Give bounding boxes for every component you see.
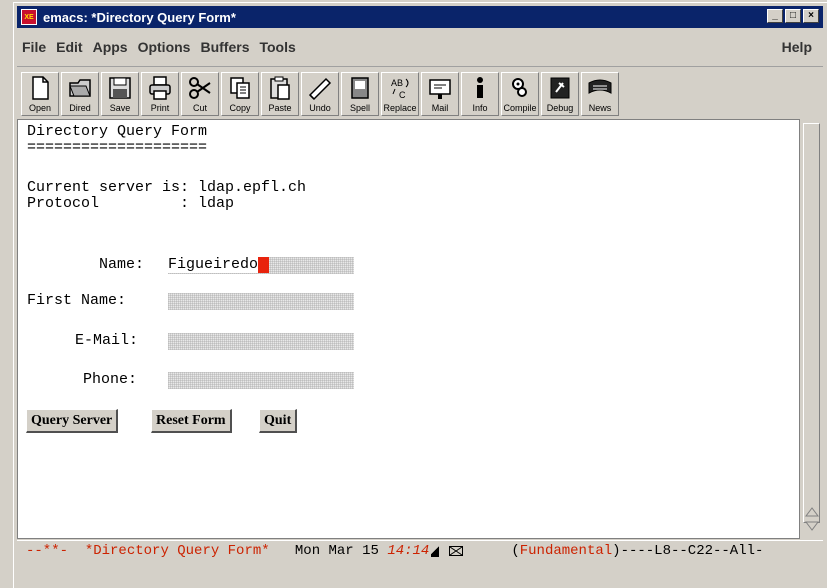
toolbar-open-button[interactable]: Open xyxy=(21,72,59,116)
mail-icon xyxy=(429,79,451,99)
menubar: File Edit Apps Options Buffers Tools Hel… xyxy=(17,36,823,58)
toolbar-mail-button[interactable]: Mail xyxy=(421,72,459,116)
spell-icon xyxy=(351,77,369,99)
compile-icon xyxy=(512,78,527,97)
info-icon xyxy=(477,77,483,98)
server-line: Current server is: ldap.epfl.ch xyxy=(27,179,307,196)
menu-edit[interactable]: Edit xyxy=(51,39,87,55)
toolbar-paste-button[interactable]: Paste xyxy=(261,72,299,116)
modeline-flags: --**- xyxy=(26,542,69,559)
protocol-line: Protocol : ldap xyxy=(27,195,235,212)
name-value: Figueiredo xyxy=(168,256,259,273)
toolbar-news-button[interactable]: News xyxy=(581,72,619,116)
modeline-buffer-name: *Directory Query Form* xyxy=(84,542,270,559)
window-title: emacs: *Directory Query Form* xyxy=(43,9,236,25)
toolbar-undo-button[interactable]: Undo xyxy=(301,72,339,116)
minimize-button[interactable]: _ xyxy=(767,9,783,23)
menu-options[interactable]: Options xyxy=(133,39,196,55)
minibuffer[interactable] xyxy=(17,562,823,586)
news-icon xyxy=(588,79,612,94)
toolbar-cut-button[interactable]: Cut xyxy=(181,72,219,116)
first-name-label: First Name: xyxy=(27,292,127,309)
modeline-major-mode: Fundamental xyxy=(519,542,613,559)
modeline-position: ----L8--C22--All- xyxy=(620,542,764,559)
toolbar-dired-button[interactable]: Dired xyxy=(61,72,99,116)
undo-icon xyxy=(308,77,332,101)
title-bar[interactable]: XE emacs: *Directory Query Form* _ □ × xyxy=(17,6,823,28)
buffer-text-area[interactable]: Directory Query Form ===================… xyxy=(17,119,799,539)
modeline-date: Mon Mar 15 xyxy=(294,542,379,559)
toolbar-copy-button[interactable]: Copy xyxy=(221,72,259,116)
modeline-mode-close: ) xyxy=(612,542,621,559)
vertical-scrollbar[interactable] xyxy=(799,119,823,539)
first-name-field[interactable] xyxy=(168,293,354,310)
dired-icon xyxy=(69,79,91,97)
email-field[interactable] xyxy=(168,333,354,350)
query-server-button[interactable]: Query Server xyxy=(26,409,119,433)
menu-help[interactable]: Help xyxy=(777,39,817,55)
email-label: E-Mail: xyxy=(75,332,139,349)
toolbar-info-button[interactable]: Info xyxy=(461,72,499,116)
close-button[interactable]: × xyxy=(803,9,819,23)
scroll-up-arrow-icon[interactable] xyxy=(804,506,820,518)
toolbar-debug-button[interactable]: Debug xyxy=(541,72,579,116)
replace-icon: AB C xyxy=(391,78,409,100)
toolbar-compile-button[interactable]: Compile xyxy=(501,72,539,116)
name-field[interactable]: Figueiredo xyxy=(168,256,354,274)
toolbar: Open Dired Save Print Cut Copy Paste Und… xyxy=(17,66,823,118)
quit-button[interactable]: Quit xyxy=(259,409,298,433)
copy-icon xyxy=(230,77,250,99)
menu-file[interactable]: File xyxy=(17,39,51,55)
modeline-mode-open: ( xyxy=(511,542,520,559)
phone-field[interactable] xyxy=(168,372,354,389)
load-indicator-icon xyxy=(431,544,440,557)
paste-icon xyxy=(270,76,290,100)
form-heading: Directory Query Form xyxy=(27,123,208,140)
scroll-down-arrow-icon[interactable] xyxy=(804,520,820,532)
scrollbar-thumb[interactable] xyxy=(803,123,820,523)
toolbar-replace-button[interactable]: AB C Replace xyxy=(381,72,419,116)
name-label: Name: xyxy=(99,256,145,273)
menu-tools[interactable]: Tools xyxy=(254,39,300,55)
xemacs-logo-icon: XE xyxy=(21,9,37,25)
text-cursor xyxy=(258,257,270,273)
mail-indicator-icon xyxy=(449,545,464,556)
svg-text:C: C xyxy=(399,90,406,100)
debug-icon xyxy=(550,77,570,99)
maximize-button[interactable]: □ xyxy=(785,9,801,23)
scissors-icon xyxy=(189,77,211,99)
reset-form-button[interactable]: Reset Form xyxy=(151,409,232,433)
heading-underline: ==================== xyxy=(27,139,208,156)
print-icon xyxy=(149,76,171,100)
modeline-time: 14:14 xyxy=(387,542,430,559)
menu-buffers[interactable]: Buffers xyxy=(195,39,254,55)
modeline[interactable]: --**- *Directory Query Form* Mon Mar 15 … xyxy=(17,540,823,560)
menu-apps[interactable]: Apps xyxy=(88,39,133,55)
toolbar-save-button[interactable]: Save xyxy=(101,72,139,116)
svg-text:AB: AB xyxy=(391,78,403,88)
save-icon xyxy=(109,77,131,99)
toolbar-print-button[interactable]: Print xyxy=(141,72,179,116)
open-icon xyxy=(32,76,49,100)
toolbar-spell-button[interactable]: Spell xyxy=(341,72,379,116)
phone-label: Phone: xyxy=(83,371,138,388)
